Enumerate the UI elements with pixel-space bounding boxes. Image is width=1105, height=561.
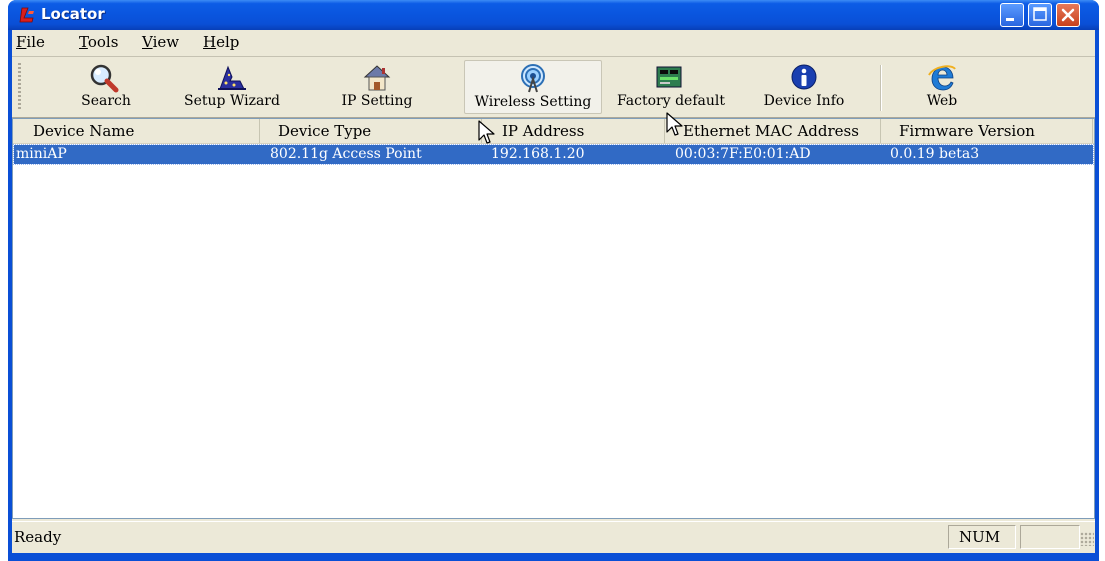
factory-default-button[interactable]: Factory default — [606, 60, 736, 114]
status-pane-empty — [1020, 525, 1080, 549]
factory-default-label: Factory default — [617, 93, 725, 109]
menu-view-mnemonic: V — [142, 33, 153, 51]
cell-mac-address: 00:03:7F:E0:01:AD — [675, 146, 811, 162]
mouse-cursor-icon — [478, 120, 495, 144]
minimize-icon — [1006, 18, 1014, 21]
num-lock-indicator: NUM — [959, 528, 1001, 546]
menu-help[interactable]: Help — [203, 33, 239, 51]
menu-tools[interactable]: Tools — [79, 33, 118, 51]
menu-file-mnemonic: F — [16, 33, 27, 51]
wireless-setting-button[interactable]: Wireless Setting — [464, 60, 602, 114]
device-list[interactable]: Device Name Device Type IP Address Ether… — [12, 118, 1095, 519]
ip-setting-label: IP Setting — [341, 93, 413, 109]
num-lock-pane: NUM — [948, 525, 1016, 549]
locator-logo-icon — [19, 7, 34, 23]
toolbar-separator — [880, 65, 882, 111]
window-title: Locator — [41, 5, 105, 23]
setup-wizard-label: Setup Wizard — [184, 93, 280, 109]
client-area: File Tools View Help Search Setup Wizard… — [12, 30, 1095, 561]
menu-view[interactable]: View — [142, 33, 179, 51]
web-label: Web — [926, 93, 958, 109]
menu-file[interactable]: File — [16, 33, 45, 51]
device-info-button[interactable]: Device Info — [750, 60, 858, 114]
menu-help-mnemonic: H — [203, 33, 217, 51]
status-text: Ready — [14, 528, 62, 546]
close-button[interactable] — [1056, 3, 1080, 27]
wireless-antenna-icon — [521, 64, 545, 93]
status-bar: Ready NUM — [12, 521, 1095, 554]
cell-firmware-version: 0.0.19 beta3 — [890, 146, 980, 162]
house-icon — [363, 65, 391, 91]
circuit-board-icon — [656, 66, 682, 88]
table-row[interactable]: miniAP 802.11g Access Point 192.168.1.20… — [13, 144, 1094, 165]
column-header-mac-address[interactable]: Ethernet MAC Address — [665, 119, 881, 143]
cell-device-type: 802.11g Access Point — [270, 146, 422, 162]
wizard-hat-icon — [218, 65, 246, 90]
maximize-icon — [1033, 7, 1047, 21]
menu-view-label: iew — [152, 33, 180, 51]
menu-help-label: elp — [216, 33, 240, 51]
search-button[interactable]: Search — [64, 60, 148, 114]
search-label: Search — [81, 93, 131, 109]
column-header-ip-address[interactable]: IP Address — [482, 119, 665, 143]
setup-wizard-button[interactable]: Setup Wizard — [180, 60, 284, 114]
column-header-device-type[interactable]: Device Type — [260, 119, 482, 143]
locator-window: Locator File Tools View Help Search Setu… — [8, 0, 1099, 561]
menu-tools-mnemonic: T — [79, 33, 88, 51]
wireless-setting-label: Wireless Setting — [474, 94, 592, 110]
ip-setting-button[interactable]: IP Setting — [322, 60, 432, 114]
window-bottom-border — [12, 553, 1095, 561]
magnifier-icon — [90, 64, 119, 93]
second-cursor-icon — [666, 112, 683, 136]
toolbar-grip[interactable] — [18, 63, 21, 111]
internet-explorer-icon — [928, 65, 956, 91]
cell-device-name: miniAP — [16, 146, 67, 162]
minimize-button[interactable] — [1000, 3, 1024, 27]
menu-file-label: ile — [26, 33, 45, 51]
list-header: Device Name Device Type IP Address Ether… — [13, 119, 1094, 144]
column-header-firmware-version[interactable]: Firmware Version — [881, 119, 1093, 143]
menu-tools-label: ools — [87, 33, 119, 51]
resize-grip-icon[interactable] — [1080, 532, 1094, 546]
device-info-label: Device Info — [763, 93, 845, 109]
maximize-button[interactable] — [1028, 3, 1052, 27]
web-button[interactable]: Web — [902, 60, 982, 114]
info-icon — [791, 64, 817, 90]
toolbar: Search Setup Wizard IP Setting Wireless … — [12, 57, 1095, 118]
menu-bar: File Tools View Help — [12, 30, 1095, 57]
cell-ip-address: 192.168.1.20 — [491, 146, 585, 162]
close-icon — [1061, 8, 1075, 22]
column-header-device-name[interactable]: Device Name — [13, 119, 260, 143]
title-bar[interactable]: Locator — [8, 0, 1099, 30]
